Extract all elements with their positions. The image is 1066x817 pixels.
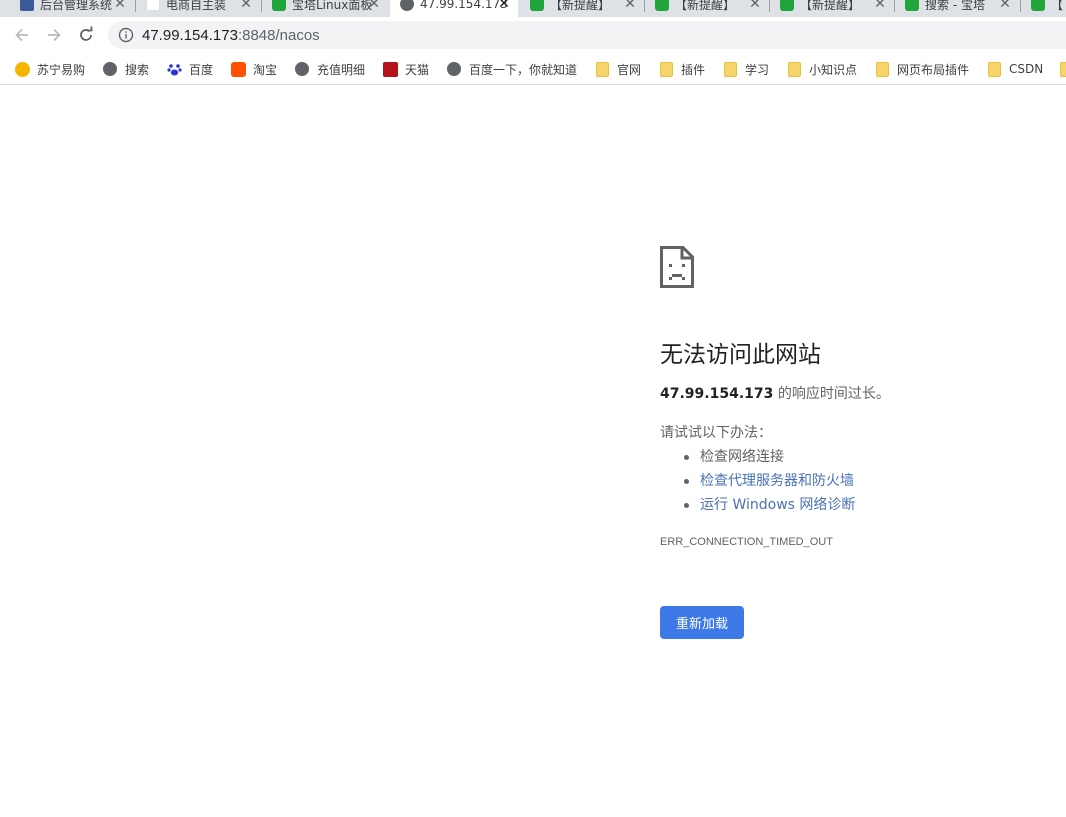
bt-panel-icon bbox=[905, 0, 919, 11]
folder-icon bbox=[1058, 61, 1066, 77]
bt-panel-icon bbox=[655, 0, 669, 11]
bookmark-item[interactable]: 搜索 bbox=[102, 59, 149, 79]
suning-icon bbox=[14, 61, 30, 77]
folder-icon bbox=[874, 61, 890, 77]
bookmark-label: 百度 bbox=[189, 62, 214, 77]
arrow-left-icon bbox=[15, 28, 28, 42]
tab-strip: 后台管理系统 ✕ 电商自主装 ✕ 宝塔Linux面板 ✕ 47.99.154.1… bbox=[0, 0, 1066, 17]
error-code: ERR_CONNECTION_TIMED_OUT bbox=[660, 536, 833, 548]
error-title: 无法访问此网站 bbox=[660, 342, 821, 368]
bookmarks-bar: 苏宁易购 搜索 百度 淘宝 充值明细 天猫 百度一下，你就知道 官网 插件 学习 bbox=[0, 53, 1066, 85]
error-description-text: 的响应时间过长。 bbox=[773, 386, 890, 402]
close-icon[interactable]: ✕ bbox=[114, 0, 126, 11]
close-icon[interactable]: ✕ bbox=[498, 0, 510, 11]
bookmark-item[interactable]: 苏宁易购 bbox=[14, 59, 85, 79]
info-icon[interactable] bbox=[118, 27, 134, 43]
suggestions-label: 请试试以下办法： bbox=[660, 425, 772, 441]
refresh-icon bbox=[80, 26, 93, 41]
close-icon[interactable]: ✕ bbox=[874, 0, 886, 11]
error-content: 无法访问此网站 47.99.154.173 的响应时间过长。 请试试以下办法： … bbox=[660, 246, 1066, 639]
error-description: 47.99.154.173 的响应时间过长。 bbox=[660, 384, 1066, 404]
page-icon bbox=[146, 0, 160, 11]
bookmark-folder[interactable]: 官网 bbox=[594, 59, 641, 79]
admin-panel-icon bbox=[20, 0, 34, 11]
tab[interactable]: 【新提醒】 ✕ bbox=[520, 0, 644, 17]
bookmark-label: CSDN bbox=[1009, 62, 1044, 76]
tab[interactable]: 宝塔Linux面板 ✕ bbox=[262, 0, 388, 17]
folder-icon bbox=[722, 61, 738, 77]
baidu-paw-icon bbox=[166, 61, 182, 77]
globe-icon bbox=[294, 61, 310, 77]
tab[interactable]: 后台管理系统 ✕ bbox=[10, 0, 134, 17]
bookmark-item[interactable]: 淘宝 bbox=[230, 59, 277, 79]
sad-page-icon bbox=[660, 246, 694, 288]
tab[interactable]: 电商自主装 ✕ bbox=[136, 0, 260, 17]
tab[interactable]: 搜索 - 宝塔 ✕ bbox=[895, 0, 1019, 17]
toolbar: 47.99.154.173:8848/nacos bbox=[0, 17, 1066, 53]
bookmark-label: 充值明细 bbox=[317, 62, 366, 77]
folder-icon bbox=[986, 61, 1002, 77]
bookmark-folder[interactable]: 学习 bbox=[722, 59, 769, 79]
globe-icon bbox=[446, 61, 462, 77]
bookmark-label: 网页布局插件 bbox=[897, 62, 970, 77]
bookmark-label: 淘宝 bbox=[253, 62, 278, 77]
bookmark-folder[interactable]: 小知识点 bbox=[786, 59, 857, 79]
close-icon[interactable]: ✕ bbox=[368, 0, 380, 11]
back-button[interactable] bbox=[10, 23, 34, 47]
reload-button[interactable]: 重新加载 bbox=[660, 606, 744, 639]
tab[interactable]: 【 bbox=[1021, 0, 1066, 17]
tab-title: 【 bbox=[1051, 0, 1064, 12]
suggestions-list: 检查网络连接 检查代理服务器和防火墙 运行 Windows 网络诊断 bbox=[660, 445, 1066, 517]
bookmark-label: 搜索 bbox=[125, 62, 150, 77]
bookmark-label: 百度一下，你就知道 bbox=[469, 62, 578, 77]
bt-panel-icon bbox=[1031, 0, 1045, 11]
bookmark-folder[interactable]: CSDN bbox=[986, 59, 1043, 79]
tab[interactable]: 【新提醒】 ✕ bbox=[645, 0, 769, 17]
bt-panel-icon bbox=[780, 0, 794, 11]
bookmark-item[interactable]: 天猫 bbox=[382, 59, 429, 79]
folder-icon bbox=[594, 61, 610, 77]
arrow-right-icon bbox=[48, 28, 61, 42]
suggestion-link-proxy-firewall[interactable]: 检查代理服务器和防火墙 bbox=[660, 469, 1066, 493]
url-path: :8848/nacos bbox=[237, 26, 320, 44]
bookmark-label: 天猫 bbox=[405, 62, 430, 77]
tab-active[interactable]: 47.99.154.173 ✕ bbox=[390, 0, 518, 17]
bookmark-label: 官网 bbox=[617, 62, 642, 77]
close-icon[interactable]: ✕ bbox=[999, 0, 1011, 11]
taobao-icon bbox=[230, 61, 246, 77]
globe-icon bbox=[400, 0, 414, 11]
suggestion-link-windows-diagnostics[interactable]: 运行 Windows 网络诊断 bbox=[660, 493, 1066, 517]
bookmark-folder[interactable]: 插件 bbox=[658, 59, 705, 79]
suggestion-item: 检查网络连接 bbox=[660, 445, 1066, 469]
forward-button[interactable] bbox=[42, 23, 66, 47]
bt-panel-icon bbox=[530, 0, 544, 11]
bookmark-label: 插件 bbox=[681, 62, 706, 77]
close-icon[interactable]: ✕ bbox=[624, 0, 636, 11]
url-host: 47.99.154.173 bbox=[142, 26, 238, 44]
address-bar[interactable]: 47.99.154.173:8848/nacos bbox=[108, 21, 1066, 49]
bookmark-label: 小知识点 bbox=[809, 62, 858, 77]
tmall-icon bbox=[382, 61, 398, 77]
bookmark-item[interactable]: 充值明细 bbox=[294, 59, 365, 79]
bookmark-folder[interactable]: 网页布局插件 bbox=[874, 59, 969, 79]
reload-toolbar-button[interactable] bbox=[74, 23, 98, 47]
bookmark-label: 学习 bbox=[745, 62, 770, 77]
folder-icon bbox=[658, 61, 674, 77]
bt-panel-icon bbox=[272, 0, 286, 11]
tab[interactable]: 【新提醒】 ✕ bbox=[770, 0, 894, 17]
bookmark-item[interactable]: 百度一下，你就知道 bbox=[446, 59, 577, 79]
bookmark-label: 苏宁易购 bbox=[37, 62, 86, 77]
close-icon[interactable]: ✕ bbox=[240, 0, 252, 11]
close-icon[interactable]: ✕ bbox=[749, 0, 761, 11]
bookmark-folder[interactable] bbox=[1058, 59, 1066, 79]
globe-icon bbox=[102, 61, 118, 77]
bookmark-item[interactable]: 百度 bbox=[166, 59, 213, 79]
error-host: 47.99.154.173 bbox=[660, 386, 774, 402]
folder-icon bbox=[786, 61, 802, 77]
